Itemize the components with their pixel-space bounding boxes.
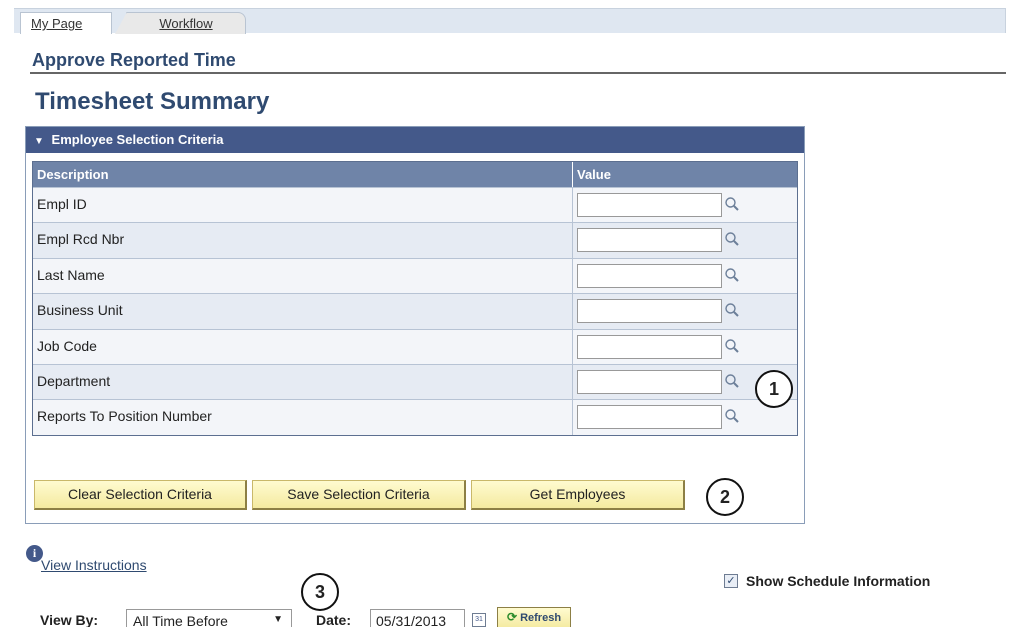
column-header-value: Value (577, 167, 611, 182)
criteria-label: Empl Rcd Nbr (33, 223, 573, 258)
criteria-grid: Description Value Empl ID Empl Rcd Nbr Las… (32, 161, 798, 436)
save-selection-criteria-button[interactable]: Save Selection Criteria (252, 480, 466, 510)
magnifier-icon[interactable] (724, 338, 740, 356)
tab-workflow[interactable]: Workflow (115, 12, 246, 34)
group-header-label: Employee Selection Criteria (51, 132, 224, 147)
show-schedule-label: Show Schedule Information (746, 573, 931, 589)
collapse-arrow-icon[interactable]: ▼ (34, 136, 44, 147)
calendar-icon[interactable]: 31 (472, 613, 486, 627)
employee-selection-criteria-group: ▼ Employee Selection Criteria Descriptio… (25, 126, 805, 524)
criteria-value-input[interactable] (577, 405, 722, 430)
tab-my-page[interactable]: My Page (20, 12, 112, 34)
filter-row: View By: All Time Before ▼ Date: 05/31/2… (0, 607, 1011, 627)
title-divider (30, 72, 1006, 74)
criteria-value-cell (573, 294, 797, 328)
table-row: Department (33, 363, 797, 400)
criteria-value-input[interactable] (577, 299, 722, 324)
magnifier-icon[interactable] (724, 267, 740, 285)
page-title: Approve Reported Time (32, 50, 236, 70)
show-schedule-option[interactable]: ✓ Show Schedule Information (724, 573, 930, 589)
table-row: Job Code (33, 328, 797, 364)
criteria-value-input[interactable] (577, 334, 722, 359)
table-row: Last Name (33, 257, 797, 294)
grid-header-row: Description Value (33, 162, 797, 187)
table-row: Empl ID (33, 187, 797, 223)
criteria-value-cell (573, 223, 797, 257)
chevron-down-icon: ▼ (273, 614, 283, 625)
callout-2: 2 (706, 478, 744, 516)
view-by-value: All Time Before (133, 613, 228, 627)
refresh-icon: ⟳ (506, 610, 518, 624)
refresh-label: Refresh (520, 612, 562, 624)
criteria-value-cell (573, 188, 797, 222)
criteria-value-input[interactable] (577, 369, 722, 394)
group-header[interactable]: ▼ Employee Selection Criteria (26, 127, 804, 153)
column-header-description: Description (33, 162, 573, 187)
criteria-value-cell (573, 330, 797, 364)
magnifier-icon[interactable] (724, 231, 740, 249)
criteria-label: Job Code (33, 329, 573, 364)
date-field[interactable]: 05/31/2013 (370, 609, 465, 627)
criteria-value-input[interactable] (577, 263, 722, 288)
magnifier-icon[interactable] (724, 196, 740, 214)
criteria-label: Department (33, 364, 573, 400)
get-employees-button[interactable]: Get Employees (471, 480, 685, 510)
criteria-value-input[interactable] (577, 193, 722, 217)
criteria-value-input[interactable] (577, 228, 722, 253)
criteria-value-cell (573, 400, 797, 434)
summary-title: Timesheet Summary (35, 88, 270, 115)
magnifier-icon[interactable] (724, 302, 740, 320)
show-schedule-checkbox[interactable]: ✓ (724, 574, 738, 588)
view-by-label: View By: (40, 612, 99, 627)
magnifier-icon[interactable] (724, 408, 740, 426)
criteria-label: Business Unit (33, 294, 573, 329)
clear-selection-criteria-button[interactable]: Clear Selection Criteria (34, 480, 247, 510)
tab-bar: My Page Workflow (14, 8, 1006, 34)
magnifier-icon[interactable] (724, 373, 740, 391)
callout-3: 3 (301, 573, 339, 611)
view-instructions-link[interactable]: View Instructions (41, 557, 147, 573)
table-row: Empl Rcd Nbr (33, 222, 797, 258)
date-label: Date: (316, 612, 352, 627)
refresh-button[interactable]: ⟳ Refresh (497, 607, 571, 627)
callout-1: 1 (755, 370, 793, 408)
criteria-label: Last Name (33, 258, 573, 294)
table-row: Business Unit (33, 293, 797, 329)
criteria-label: Empl ID (33, 188, 573, 223)
table-row: Reports To Position Number (33, 399, 797, 435)
criteria-value-cell (573, 259, 797, 293)
criteria-label: Reports To Position Number (33, 400, 573, 435)
view-by-select[interactable]: All Time Before ▼ (126, 609, 292, 627)
